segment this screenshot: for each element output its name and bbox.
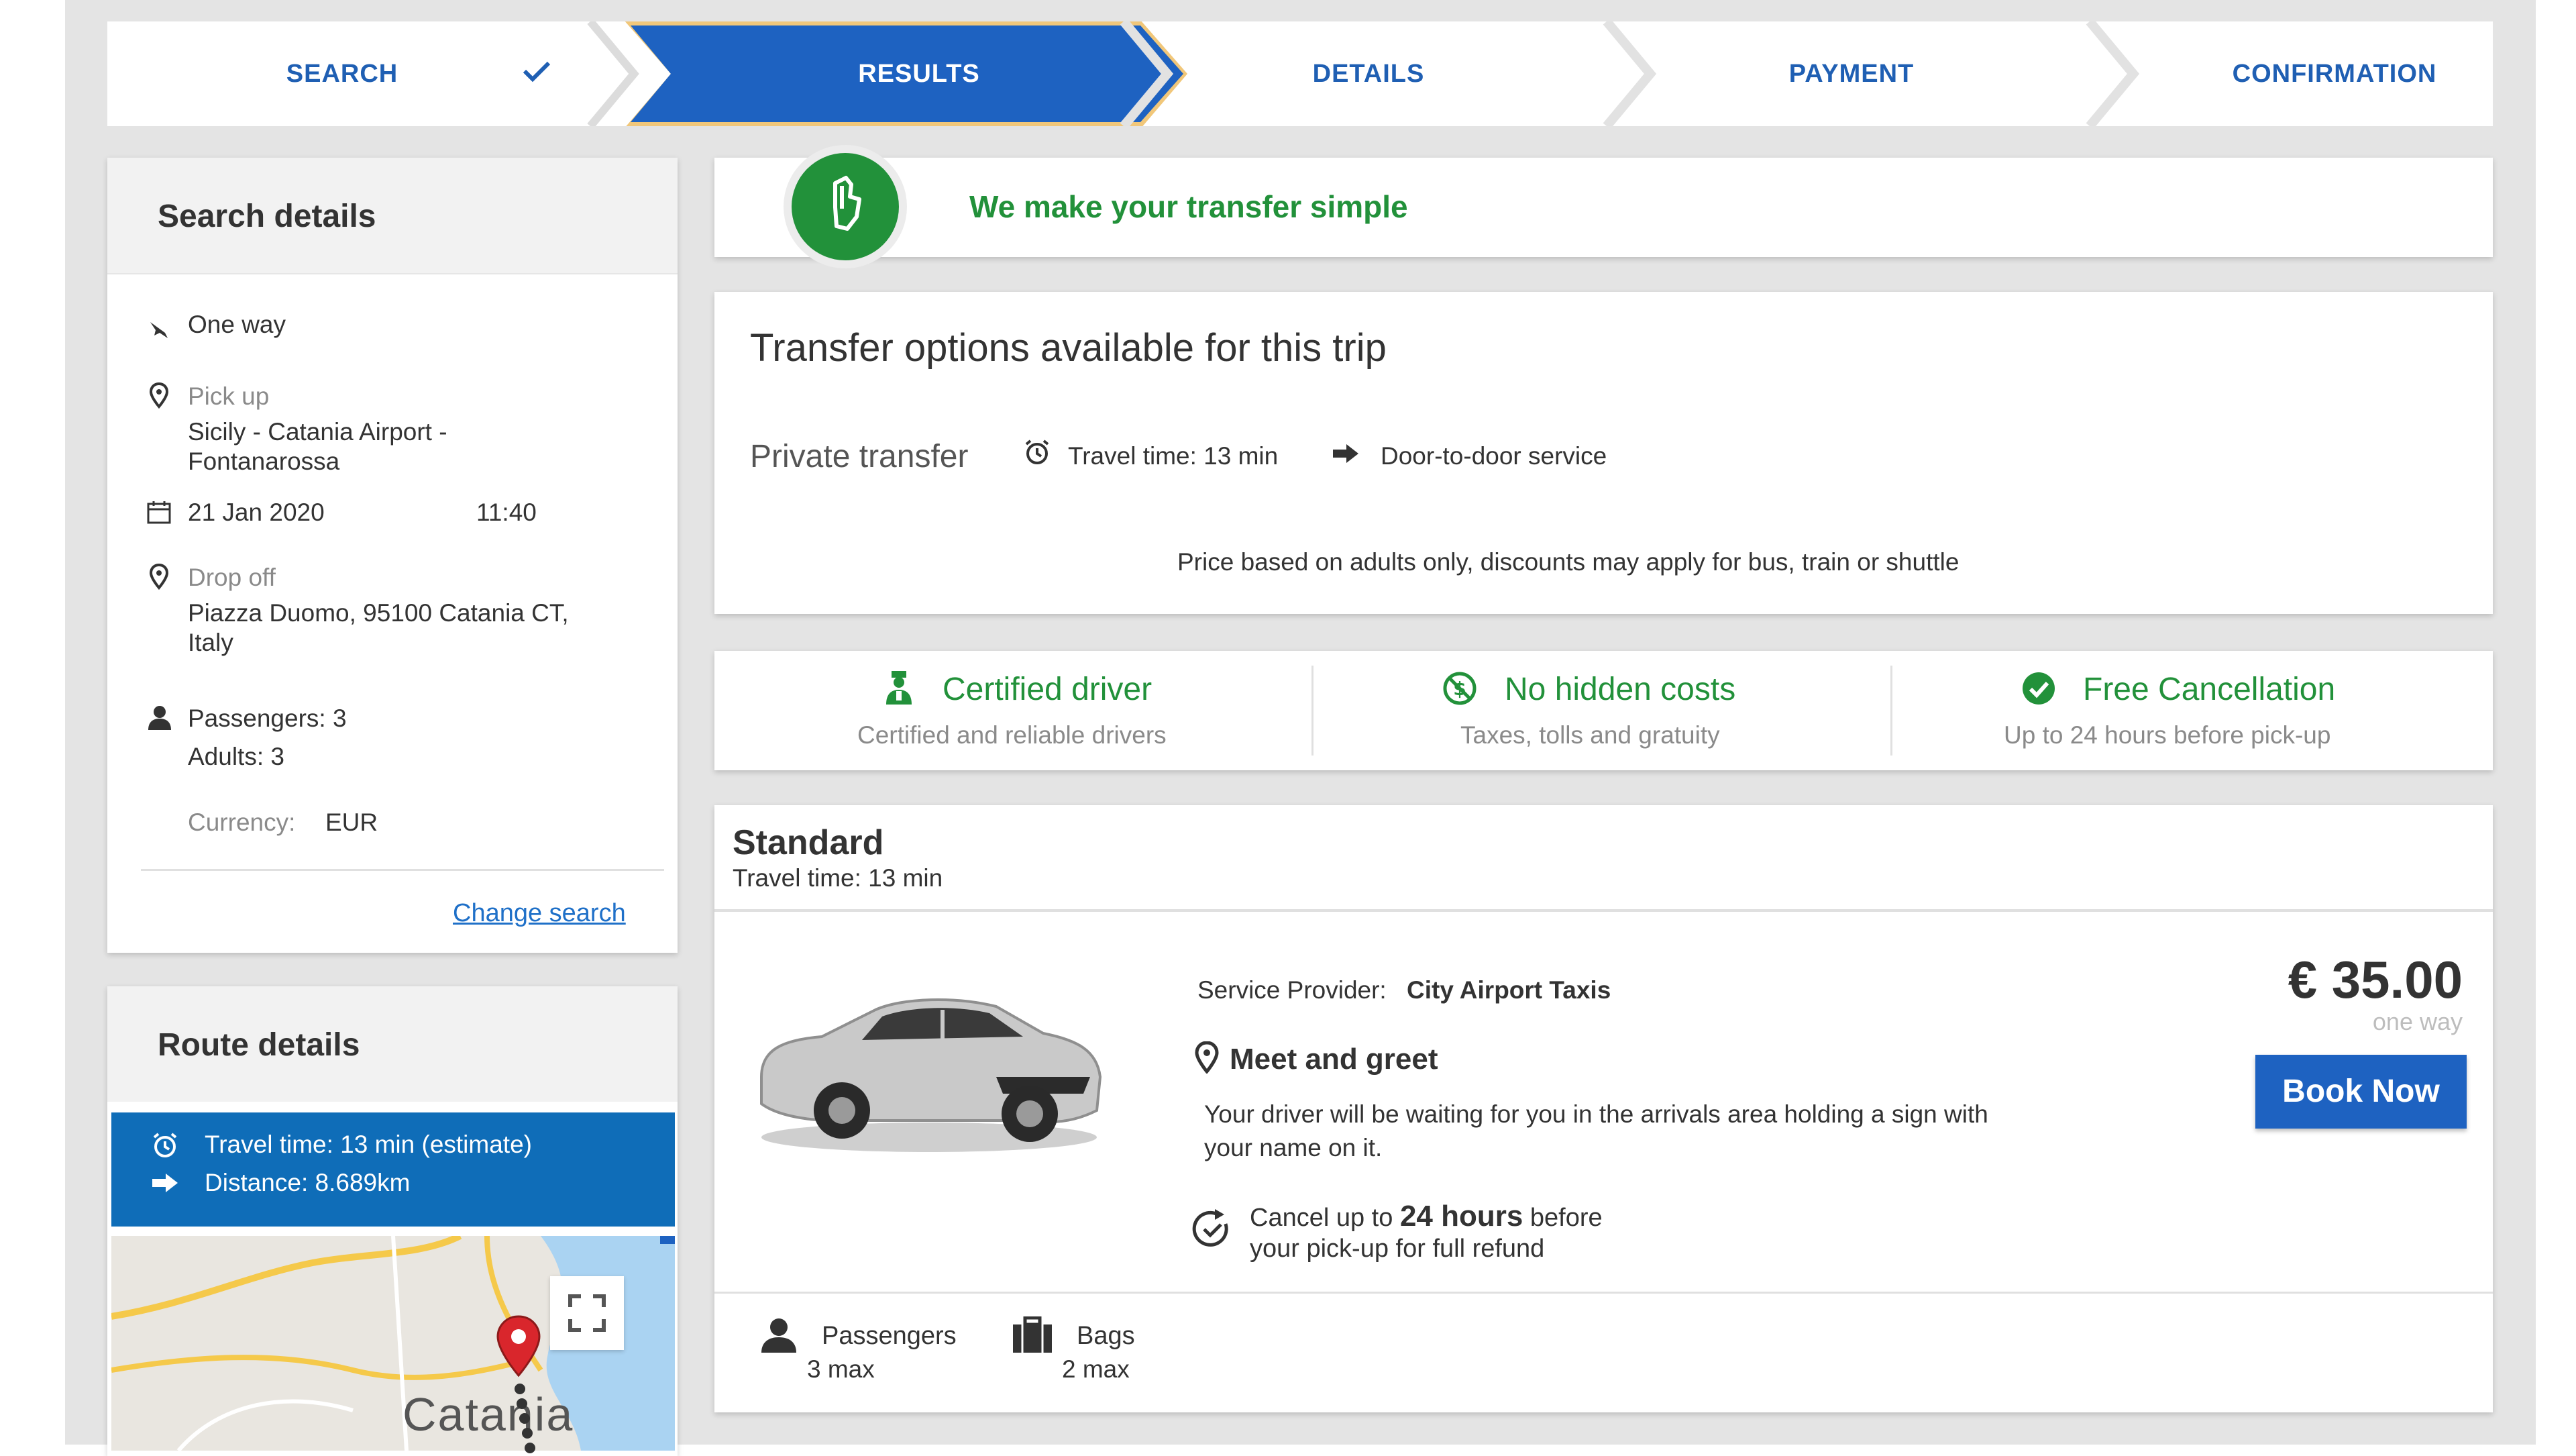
route-travel-time: Travel time: 13 min (estimate) — [205, 1131, 532, 1158]
cancel-check-icon — [1192, 1209, 1228, 1247]
feature-title: No hidden costs — [1505, 672, 1736, 707]
fullscreen-icon — [568, 1294, 606, 1332]
tagline: We make your transfer simple — [969, 189, 1408, 224]
options-title: Transfer options available for this trip — [750, 326, 1387, 370]
book-now-button[interactable]: Book Now — [2255, 1055, 2467, 1129]
options-travel-time: Travel time: 13 min — [1068, 442, 1279, 470]
person-icon — [148, 706, 171, 730]
offer-title: Standard — [733, 823, 884, 862]
step-separator — [587, 21, 639, 126]
passengers-count: Passengers: 3 — [188, 705, 347, 732]
feature-sub: Up to 24 hours before pick-up — [2004, 721, 2331, 749]
door-to-door: Door-to-door service — [1381, 442, 1607, 470]
arrow-right-icon — [1333, 444, 1358, 463]
feature-sub: Certified and reliable drivers — [857, 721, 1167, 749]
provider-label: Service Provider: — [1197, 976, 1387, 1004]
pickup-date: 21 Jan 2020 — [188, 499, 325, 526]
step-results[interactable]: RESULTS — [644, 21, 1194, 126]
alarm-clock-icon — [1025, 439, 1049, 464]
checkmark-icon — [523, 61, 551, 83]
arrow-right-icon — [152, 1174, 178, 1192]
pickup-label: Pick up — [188, 382, 270, 410]
cancel-pre: Cancel up to — [1250, 1204, 1393, 1232]
meet-and-greet-line2: your name on it. — [1204, 1134, 1383, 1161]
meet-and-greet-line1: Your driver will be waiting for you in t… — [1204, 1100, 1988, 1128]
tagline-banner: We make your transfer simple — [714, 145, 2493, 268]
price-period: one way — [2372, 1008, 2463, 1035]
cancel-policy-line2: your pick-up for full refund — [1250, 1235, 1545, 1263]
offer-travel-time: Travel time: 13 min — [733, 864, 943, 892]
divider — [714, 1292, 2493, 1294]
check-circle-icon — [2023, 672, 2055, 705]
alarm-clock-icon — [153, 1133, 177, 1157]
pickup-time: 11:40 — [476, 499, 537, 526]
currency-label: Currency: — [188, 809, 296, 836]
step-payment: PAYMENT — [1788, 60, 1915, 88]
dropoff-line1: Piazza Duomo, 95100 Catania CT, — [188, 599, 569, 627]
offer-card-standard: Standard Travel time: 13 min Service Pro… — [714, 805, 2493, 1412]
features-card: Certified driver Certified and reliable … — [714, 651, 2493, 770]
booking-steps: SEARCH RESULTS DETAILS PAYMENT CONFIRMAT… — [107, 21, 2493, 126]
cancel-hours: 24 hours — [1399, 1200, 1523, 1233]
pickup-line1: Sicily - Catania Airport - — [188, 418, 447, 446]
divider — [1890, 666, 1892, 756]
price-note: Price based on adults only, discounts ma… — [1177, 548, 1960, 576]
route-distance: Distance: 8.689km — [205, 1169, 411, 1196]
feature-title: Certified driver — [943, 672, 1152, 707]
plane-icon — [150, 322, 168, 338]
passengers-label: Passengers — [822, 1322, 957, 1350]
provider-name: City Airport Taxis — [1407, 976, 1611, 1004]
divider — [714, 909, 2493, 912]
adults-count: Adults: 3 — [188, 743, 284, 770]
driver-icon — [886, 671, 912, 705]
luggage-icon — [1013, 1316, 1052, 1353]
meet-and-greet-title: Meet and greet — [1230, 1043, 1438, 1076]
route-details-card: Route details Travel time: 13 min (estim… — [107, 986, 678, 1456]
hand-thumb-icon — [784, 145, 907, 268]
transfer-options-card: Transfer options available for this trip… — [714, 292, 2493, 614]
trip-type: One way — [188, 311, 286, 338]
bags-label: Bags — [1077, 1322, 1135, 1350]
passengers-icon — [761, 1318, 796, 1353]
step-search[interactable]: SEARCH — [107, 21, 577, 126]
bags-max: 2 max — [1062, 1355, 1130, 1383]
map-marker-icon — [496, 1315, 541, 1453]
feature-sub: Taxes, tolls and gratuity — [1460, 721, 1720, 749]
dropoff-line2: Italy — [188, 629, 233, 656]
map-pin-icon — [1195, 1041, 1219, 1074]
feature-title: Free Cancellation — [2083, 672, 2336, 707]
cancel-post: before — [1529, 1204, 1603, 1232]
route-details-title: Route details — [158, 1027, 360, 1063]
cancel-policy-line1: Cancel up to 24 hours before — [1250, 1200, 1603, 1233]
car-image — [760, 998, 1102, 1152]
passengers-max: 3 max — [807, 1355, 875, 1383]
change-search-link[interactable]: Change search — [453, 899, 626, 928]
search-details-card: Search details One way Pick up Sicily - … — [107, 158, 678, 953]
price: € 35.00 — [2288, 950, 2463, 1009]
map-pin-icon — [149, 382, 169, 409]
step-confirmation: CONFIRMATION — [2232, 60, 2437, 88]
currency-value: EUR — [325, 809, 378, 836]
map-pin-icon — [149, 564, 169, 590]
calendar-icon — [147, 501, 171, 524]
transfer-type: Private transfer — [750, 439, 969, 474]
step-details: DETAILS — [1312, 60, 1425, 88]
divider — [141, 869, 664, 871]
divider — [1311, 666, 1313, 756]
no-hidden-costs-icon: $ — [1443, 672, 1477, 705]
search-details-title: Search details — [158, 199, 376, 234]
fullscreen-button[interactable] — [550, 1276, 624, 1350]
dropoff-label: Drop off — [188, 564, 276, 591]
pickup-line2: Fontanarossa — [188, 448, 340, 475]
